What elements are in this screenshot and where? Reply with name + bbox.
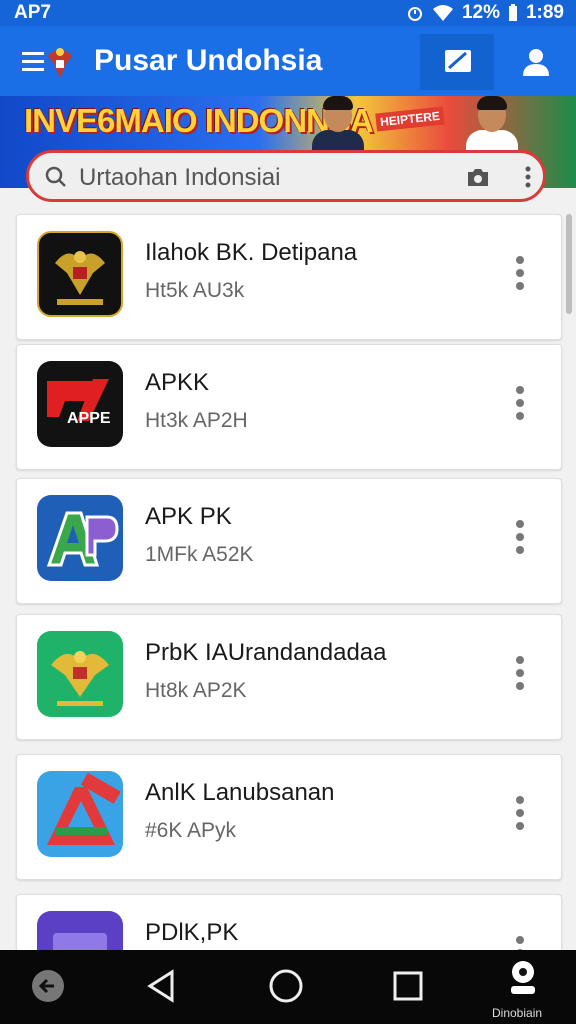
nav-profile-label: Dinobiain bbox=[492, 1006, 543, 1020]
app-name: PDlK,PK bbox=[145, 919, 239, 946]
menu-logo-icon[interactable] bbox=[22, 42, 76, 87]
triangle-a-icon bbox=[37, 771, 123, 857]
more-vert-icon[interactable] bbox=[515, 655, 525, 691]
apps-red-black-icon: APPE bbox=[37, 361, 123, 447]
wifi-icon bbox=[432, 5, 453, 21]
app-size: Ht5k AU3k bbox=[145, 279, 245, 302]
svg-text:APPE: APPE bbox=[67, 410, 111, 427]
recents-square-icon[interactable] bbox=[390, 962, 426, 1010]
app-size: 1MFk A52K bbox=[145, 543, 254, 566]
ap-blue-icon bbox=[37, 495, 123, 581]
app-size: Ht8k AP2K bbox=[145, 679, 247, 702]
app-name: AnlK Lanubsanan bbox=[145, 779, 335, 806]
app-name: PrbK IAUrandandadaa bbox=[145, 639, 387, 666]
app-name: APKK bbox=[145, 369, 210, 396]
edit-icon bbox=[445, 50, 471, 72]
app-bar: Pusar Undohsia bbox=[0, 26, 576, 96]
app-size: Ht3k AP2H bbox=[145, 409, 248, 432]
back-triangle-icon[interactable] bbox=[144, 962, 180, 1010]
clock: 1:89 bbox=[525, 2, 564, 23]
app-name: APK PK bbox=[145, 503, 232, 530]
app-name: Ilahok BK. Detipana bbox=[145, 239, 358, 266]
garuda-emblem-black-icon bbox=[37, 231, 123, 317]
more-vert-icon[interactable] bbox=[515, 519, 525, 555]
banner-person-2 bbox=[466, 96, 518, 160]
back-arrow-icon[interactable] bbox=[30, 962, 66, 1010]
list-item[interactable]: APPE APKK Ht3k AP2H bbox=[16, 344, 562, 470]
scrollbar[interactable] bbox=[566, 214, 572, 314]
more-vert-icon[interactable] bbox=[525, 165, 531, 189]
app-title: Pusar Undohsia bbox=[94, 44, 323, 77]
search-bar[interactable]: Urtaohan Indonsiai bbox=[26, 150, 546, 202]
profile-nav-icon[interactable] bbox=[506, 958, 540, 998]
more-vert-icon[interactable] bbox=[515, 935, 525, 950]
list-item[interactable]: PrbK IAUrandandadaa Ht8k AP2K bbox=[16, 614, 562, 740]
list-item[interactable]: AnlK Lanubsanan #6K APyk bbox=[16, 754, 562, 880]
status-bar: AP7 12% 1:89 bbox=[0, 0, 576, 26]
person-icon bbox=[523, 49, 549, 76]
garuda-emblem-green-icon bbox=[37, 631, 123, 717]
list-item[interactable]: PDlK,PK bbox=[16, 894, 562, 950]
app-list: Ilahok BK. Detipana Ht5k AU3k APPE APKK … bbox=[0, 208, 576, 950]
camera-icon[interactable] bbox=[465, 165, 491, 189]
more-vert-icon[interactable] bbox=[515, 795, 525, 831]
status-left-text: AP7 bbox=[14, 2, 51, 23]
battery-icon bbox=[508, 4, 517, 21]
banner-person-1 bbox=[312, 96, 364, 160]
list-item[interactable]: APK PK 1MFk A52K bbox=[16, 478, 562, 604]
navigation-bar: Dinobiain bbox=[0, 950, 576, 1024]
search-input[interactable]: Urtaohan Indonsiai bbox=[79, 164, 280, 192]
edit-button[interactable] bbox=[420, 34, 494, 90]
list-item[interactable]: Ilahok BK. Detipana Ht5k AU3k bbox=[16, 214, 562, 340]
home-circle-icon[interactable] bbox=[266, 962, 306, 1010]
app-size: #6K APyk bbox=[145, 819, 237, 842]
battery-percent: 12% bbox=[461, 2, 500, 23]
more-vert-icon[interactable] bbox=[515, 255, 525, 291]
profile-button[interactable] bbox=[520, 46, 552, 83]
banner-tag: HEIPTERE bbox=[375, 106, 445, 132]
purple-app-icon bbox=[37, 911, 123, 950]
alarm-icon bbox=[407, 7, 422, 21]
search-icon bbox=[45, 166, 66, 187]
more-vert-icon[interactable] bbox=[515, 385, 525, 421]
